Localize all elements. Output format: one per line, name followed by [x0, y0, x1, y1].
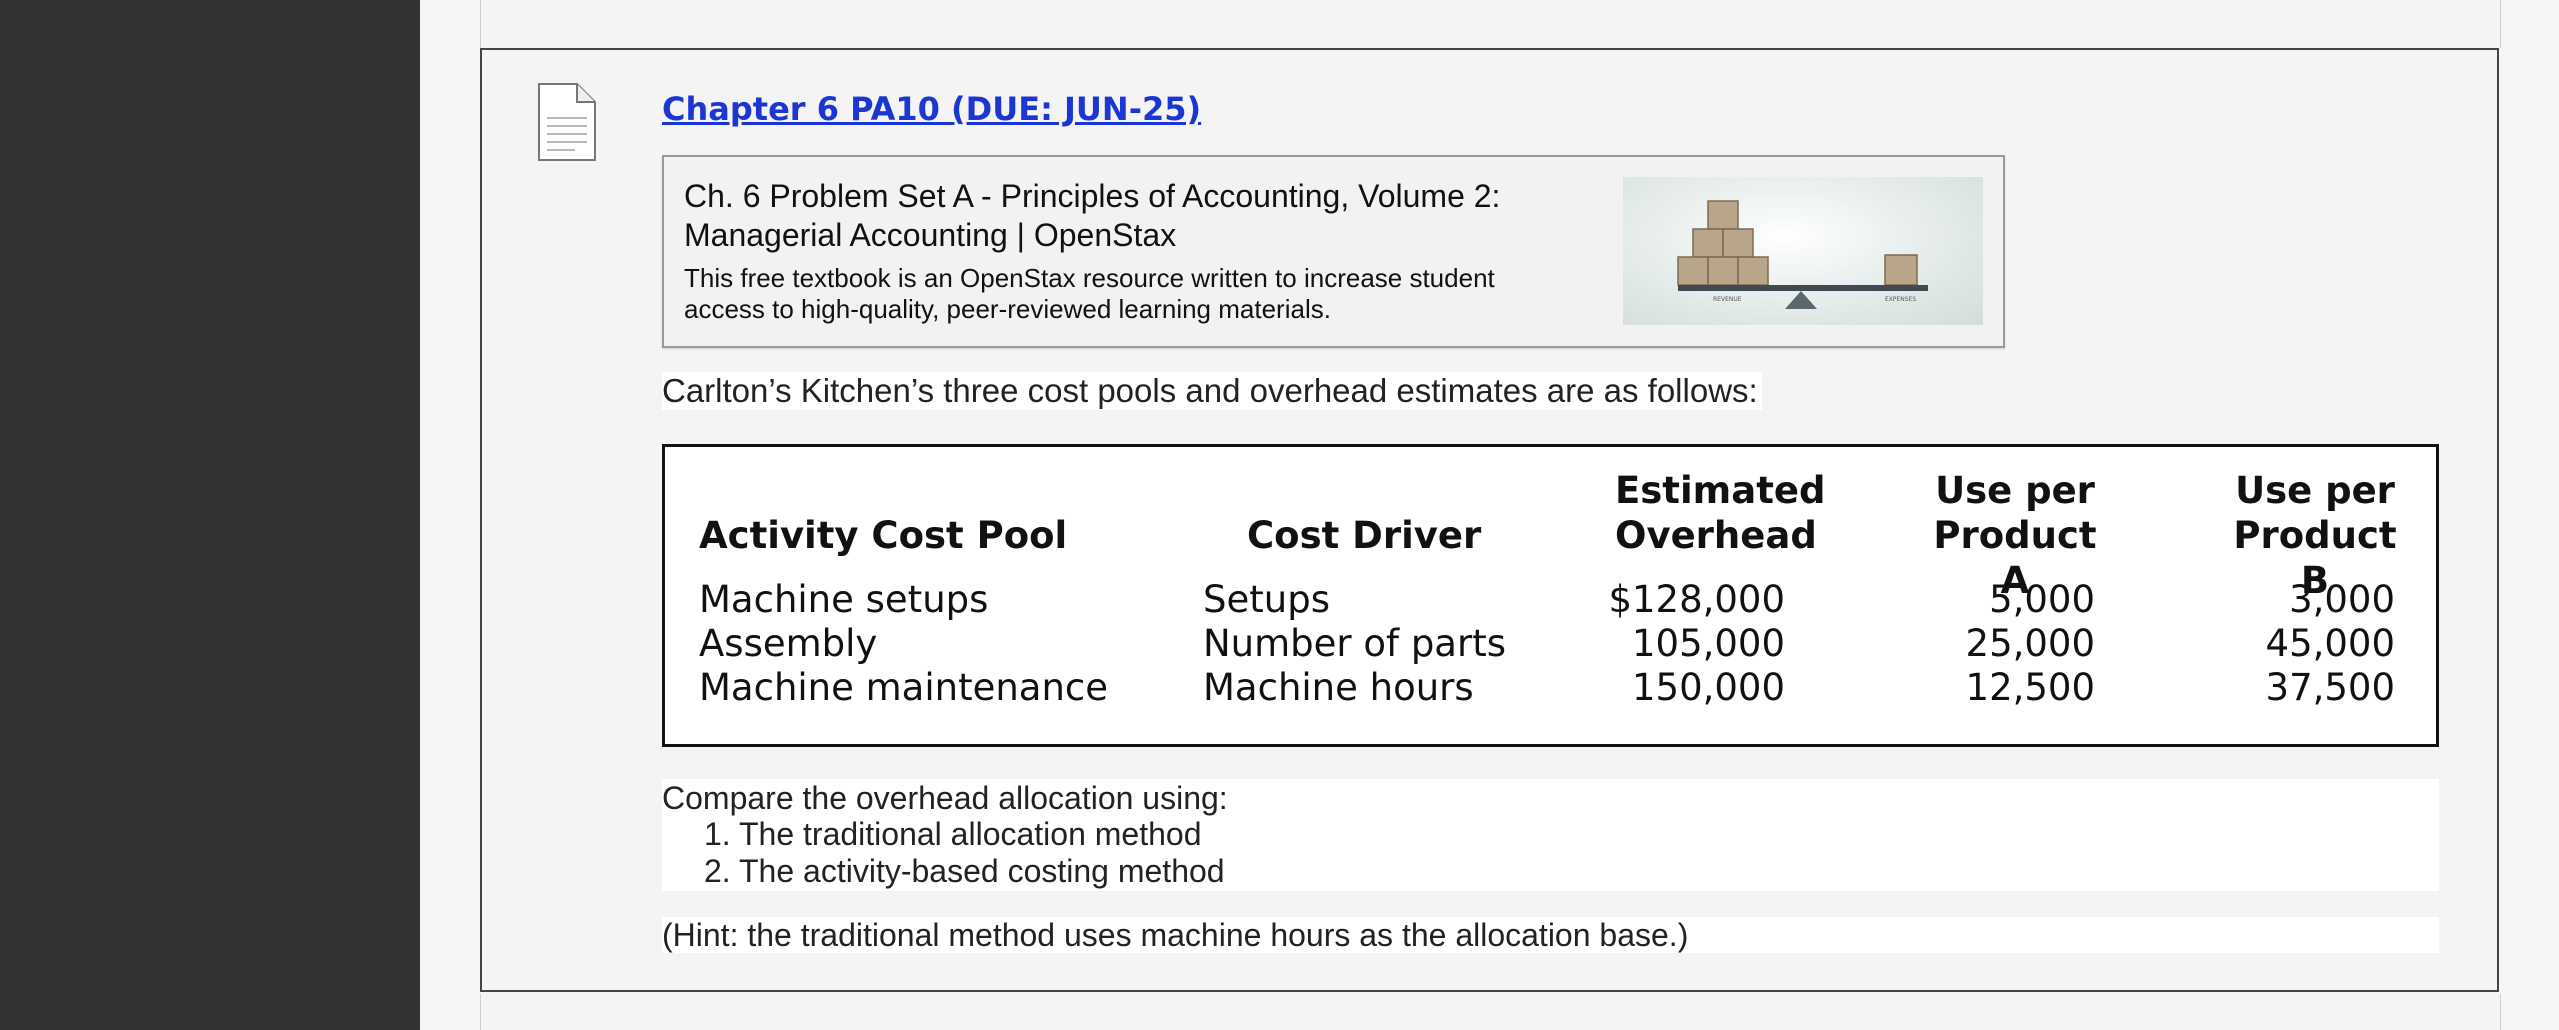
list-number: 1. — [704, 816, 739, 852]
cost-pool-table: Activity Cost Pool Cost Driver Estimated… — [662, 444, 2439, 747]
table-cell-driver: Machine hours — [1203, 666, 1474, 709]
left-sidebar — [0, 0, 420, 1030]
compare-option-traditional: The traditional allocation method — [739, 816, 1202, 852]
compare-lead-text: Compare the overhead allocation using: — [662, 780, 1228, 816]
header-use-product-b-line1: Use per — [2235, 469, 2395, 512]
compare-option-abc: The activity-based costing method — [739, 853, 1225, 889]
table-cell-overhead: 105,000 — [1631, 622, 1785, 665]
header-cost-driver: Cost Driver — [1247, 514, 1482, 557]
table-cell-pool: Machine setups — [699, 578, 989, 621]
next-item-card — [480, 994, 2501, 1030]
header-estimated-overhead-line1: Estimated — [1615, 469, 1826, 512]
compare-list-item: 1. The traditional allocation method — [704, 816, 1202, 853]
compare-list-item: 2. The activity-based costing method — [704, 853, 1225, 890]
hint-text: (Hint: the traditional method uses machi… — [662, 917, 2439, 953]
previous-item-card — [480, 0, 2501, 48]
table-cell-driver: Setups — [1203, 578, 1330, 621]
table-cell-driver: Number of parts — [1203, 622, 1506, 665]
link-preview-description: This free textbook is an OpenStax resour… — [684, 263, 1495, 324]
table-cell-pool: Assembly — [699, 622, 878, 665]
link-preview-card[interactable]: Ch. 6 Problem Set A - Principles of Acco… — [662, 155, 2005, 348]
intro-paragraph: Carlton’s Kitchen’s three cost pools and… — [662, 372, 1762, 410]
item-title-link[interactable]: Chapter 6 PA10 (DUE: JUN-25) — [662, 90, 1201, 128]
thumbnail-revenue-label: REVENUE — [1713, 296, 1742, 303]
table-cell-overhead: $128,000 — [1608, 578, 1785, 621]
table-cell-product-b: 3,000 — [2289, 578, 2395, 621]
table-cell-overhead: 150,000 — [1631, 666, 1785, 709]
thumbnail-expenses-label: EXPENSES — [1885, 296, 1916, 303]
link-preview-title: Ch. 6 Problem Set A - Principles of Acco… — [684, 178, 1501, 253]
table-cell-product-a: 25,000 — [1965, 622, 2095, 665]
table-cell-pool: Machine maintenance — [699, 666, 1109, 709]
header-activity-cost-pool: Activity Cost Pool — [699, 514, 1068, 557]
table-cell-product-b: 37,500 — [2265, 666, 2395, 709]
header-estimated-overhead-line2: Overhead — [1615, 514, 1817, 557]
link-preview-thumbnail: REVENUE EXPENSES — [1623, 177, 1983, 325]
compare-instructions: Compare the overhead allocation using: 1… — [662, 779, 2439, 891]
table-cell-product-b: 45,000 — [2265, 622, 2395, 665]
header-use-product-a-line1: Use per — [1935, 469, 2095, 512]
table-cell-product-a: 12,500 — [1965, 666, 2095, 709]
balance-scale-image: REVENUE EXPENSES — [1677, 200, 1928, 309]
table-cell-product-a: 5,000 — [1989, 578, 2095, 621]
document-icon — [538, 83, 596, 161]
list-number: 2. — [704, 853, 739, 889]
